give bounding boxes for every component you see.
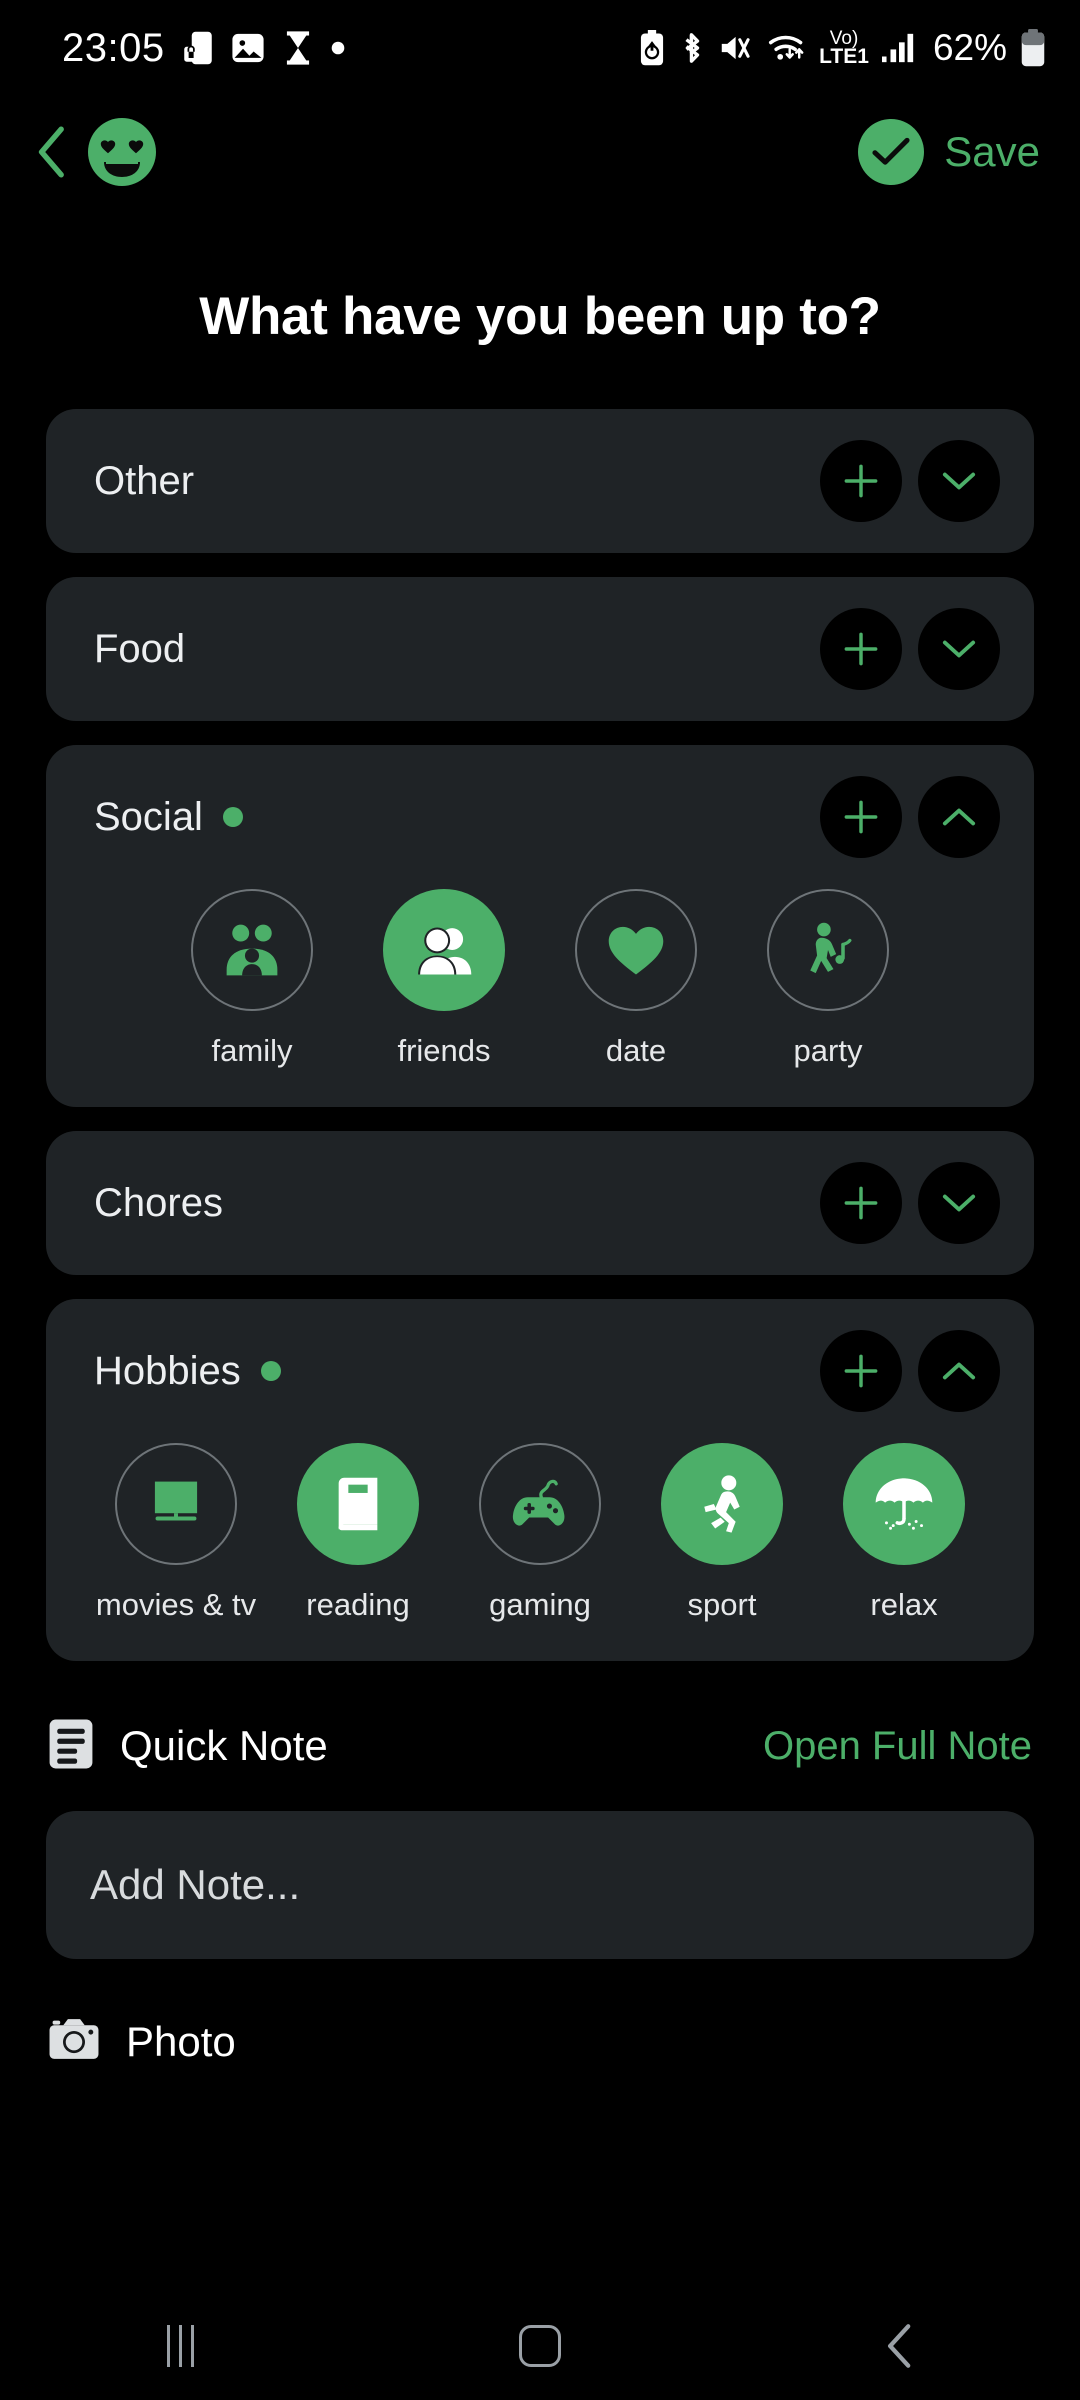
- photo-label: Photo: [126, 2017, 236, 2065]
- chip-party[interactable]: party: [751, 889, 905, 1069]
- heart-icon: [575, 889, 697, 1011]
- nav-back-icon[interactable]: [800, 2292, 1000, 2400]
- add-button-social[interactable]: [820, 776, 902, 858]
- add-button-food[interactable]: [820, 608, 902, 690]
- note-input[interactable]: Add Note...: [46, 1811, 1034, 1959]
- chip-label: family: [211, 1033, 293, 1068]
- battery-icon: [1020, 29, 1046, 67]
- camera-icon: [48, 2017, 100, 2066]
- status-bar-left: 23:05: [62, 26, 345, 71]
- image-icon: [231, 31, 265, 65]
- app-bar: Save: [0, 96, 1080, 208]
- book-icon: [297, 1443, 419, 1565]
- check-circle-icon: [858, 119, 925, 185]
- selection-dot-social: [222, 807, 243, 827]
- recents-icon[interactable]: [80, 2292, 280, 2400]
- chevron-down-icon-food[interactable]: [918, 608, 1000, 690]
- chip-reading[interactable]: reading: [281, 1443, 435, 1623]
- mute-icon: [719, 32, 755, 64]
- chip-label: sport: [687, 1587, 757, 1622]
- chip-label: date: [605, 1033, 667, 1068]
- add-button-hobbies[interactable]: [820, 1330, 902, 1412]
- note-placeholder: Add Note...: [90, 1861, 301, 1908]
- phone-lock-icon: [183, 30, 213, 66]
- quick-note-left: Quick Note: [48, 1718, 328, 1775]
- category-card-chores: Chores: [46, 1131, 1034, 1275]
- bluetooth-icon: [678, 30, 706, 66]
- chevron-left-icon[interactable]: [36, 126, 70, 178]
- category-title: Food: [94, 626, 186, 671]
- category-card-hobbies: Hobbies movies & tv reading gaming sport…: [46, 1299, 1034, 1661]
- chip-sport[interactable]: sport: [645, 1443, 799, 1623]
- status-time: 23:05: [62, 25, 165, 70]
- add-button-chores[interactable]: [820, 1162, 902, 1244]
- chip-date[interactable]: date: [559, 889, 713, 1069]
- category-header-other[interactable]: Other: [46, 409, 1034, 553]
- chip-label: friends: [397, 1033, 491, 1068]
- photo-row[interactable]: Photo: [0, 2017, 1080, 2066]
- category-header-food[interactable]: Food: [46, 577, 1034, 721]
- add-button-other[interactable]: [820, 440, 902, 522]
- category-list: Other Food Social family friends date pa…: [0, 409, 1080, 1661]
- category-title: Chores: [94, 1180, 223, 1225]
- signal-icon: [881, 32, 916, 64]
- chip-label: relax: [870, 1587, 938, 1622]
- category-title: Other: [94, 458, 195, 503]
- umbrella-icon: [843, 1443, 965, 1565]
- chip-relax[interactable]: relax: [827, 1443, 981, 1623]
- app-screen: 23:05 Vo) LTE1 62% Save What have you be…: [0, 0, 1080, 2400]
- category-header-social[interactable]: Social: [46, 745, 1034, 889]
- recents-glyph: [166, 2325, 194, 2367]
- party-icon: [767, 889, 889, 1011]
- chevron-down-icon-other[interactable]: [918, 440, 1000, 522]
- selection-dot-hobbies: [260, 1361, 281, 1381]
- chip-row-hobbies: movies & tv reading gaming sport relax: [46, 1443, 1034, 1661]
- volte-icon: Vo) LTE1: [819, 28, 869, 69]
- status-bar: 23:05 Vo) LTE1 62%: [0, 0, 1080, 96]
- status-bar-right: Vo) LTE1 62%: [639, 27, 1046, 69]
- gamepad-icon: [479, 1443, 601, 1565]
- save-button[interactable]: Save: [858, 119, 1040, 185]
- chip-label: movies & tv: [95, 1587, 257, 1622]
- category-header-hobbies[interactable]: Hobbies: [46, 1299, 1034, 1443]
- heart-eyes-smiley-avatar[interactable]: [86, 116, 158, 188]
- chip-gaming[interactable]: gaming: [463, 1443, 617, 1623]
- category-header-chores[interactable]: Chores: [46, 1131, 1034, 1275]
- hourglass-icon: [283, 30, 313, 66]
- chevron-up-icon-hobbies[interactable]: [918, 1330, 1000, 1412]
- chip-friends[interactable]: friends: [367, 889, 521, 1069]
- note-icon: [48, 1718, 94, 1775]
- battery-percent: 62%: [932, 27, 1007, 68]
- family-icon: [191, 889, 313, 1011]
- app-bar-left: [36, 116, 158, 188]
- category-title: Hobbies: [94, 1348, 241, 1393]
- friends-icon: [383, 889, 505, 1011]
- home-glyph: [519, 2325, 561, 2367]
- chip-label: reading: [306, 1587, 410, 1622]
- tv-icon: [115, 1443, 237, 1565]
- battery-saver-icon: [639, 30, 665, 66]
- chip-label: gaming: [489, 1587, 591, 1622]
- chip-movies-tv[interactable]: movies & tv: [95, 1443, 257, 1623]
- running-icon: [661, 1443, 783, 1565]
- quick-note-title: Quick Note: [120, 1722, 328, 1769]
- system-nav-bar: [0, 2292, 1080, 2400]
- chip-row-social: family friends date party: [46, 889, 1034, 1107]
- chip-family[interactable]: family: [175, 889, 329, 1069]
- wifi-icon: [768, 31, 806, 65]
- chevron-up-icon-social[interactable]: [918, 776, 1000, 858]
- category-title: Social: [94, 794, 203, 839]
- volte-bottom: LTE1: [819, 45, 869, 69]
- save-label: Save: [944, 128, 1040, 175]
- open-full-note-link[interactable]: Open Full Note: [763, 1724, 1032, 1769]
- page-title: What have you been up to?: [199, 287, 881, 346]
- quick-note-row: Quick Note Open Full Note: [0, 1711, 1080, 1781]
- home-icon[interactable]: [440, 2292, 640, 2400]
- category-card-other: Other: [46, 409, 1034, 553]
- chip-label: party: [793, 1033, 863, 1068]
- chevron-down-icon-chores[interactable]: [918, 1162, 1000, 1244]
- category-card-social: Social family friends date party: [46, 745, 1034, 1107]
- category-card-food: Food: [46, 577, 1034, 721]
- dot-icon: [331, 41, 345, 55]
